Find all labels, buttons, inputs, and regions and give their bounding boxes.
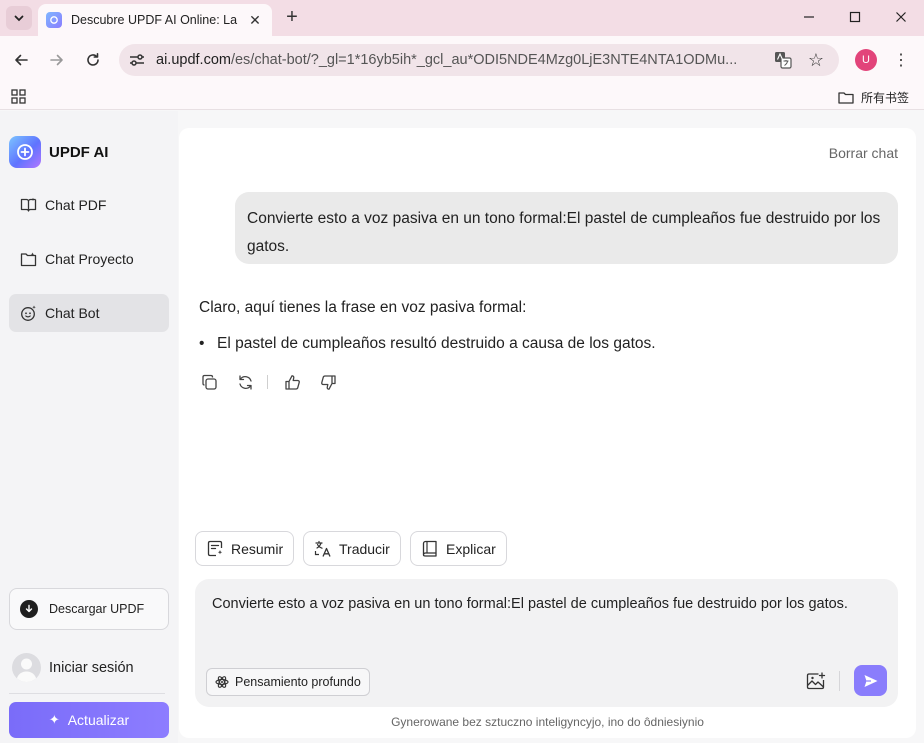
close-window-button[interactable]: [878, 4, 924, 30]
deep-thinking-toggle[interactable]: Pensamiento profundo: [206, 668, 370, 696]
message-input[interactable]: Convierte esto a voz pasiva en un tono f…: [212, 592, 862, 616]
arrow-left-icon: [15, 54, 28, 66]
bot-message: Claro, aquí tienes la frase en voz pasiv…: [199, 296, 656, 356]
upgrade-label: Actualizar: [67, 712, 130, 728]
back-button[interactable]: [9, 48, 33, 72]
bookmarks-bar: 所有书签: [0, 84, 924, 110]
browser-menu-icon[interactable]: ⋮: [893, 48, 909, 72]
minimize-icon: [804, 16, 814, 18]
bullet-text: El pastel de cumpleaños resultó destruid…: [217, 335, 656, 352]
translate-icon: [314, 540, 332, 558]
active-tab[interactable]: Descubre UPDF AI Online: La ✕: [38, 4, 272, 36]
summarize-label: Resumir: [231, 540, 284, 557]
disclaimer-note: Gynerowane bez sztuczno inteligyncyjo, i…: [391, 715, 704, 729]
forward-button[interactable]: [45, 48, 69, 72]
upgrade-button[interactable]: ✦ Actualizar: [9, 702, 169, 738]
url-text: ai.updf.com/es/chat-bot/?_gl=1*16yb5ih*_…: [156, 52, 761, 68]
profile-avatar[interactable]: U: [855, 49, 877, 71]
bookmarks-folder-label: 所有书签: [861, 91, 910, 105]
book-icon: [19, 196, 37, 214]
bot-icon: [19, 304, 37, 322]
clear-chat-button[interactable]: Borrar chat: [829, 145, 898, 161]
browser-toolbar: ai.updf.com/es/chat-bot/?_gl=1*16yb5ih*_…: [0, 36, 924, 84]
sidebar-item-label: Chat Proyecto: [45, 251, 134, 267]
explain-button[interactable]: Explicar: [410, 531, 507, 566]
summarize-button[interactable]: Resumir: [195, 531, 295, 566]
explain-label: Explicar: [446, 540, 496, 557]
apps-grid-icon[interactable]: [11, 89, 26, 104]
bookmark-star-icon[interactable]: ☆: [806, 50, 826, 70]
sidebar-item-label: Chat PDF: [45, 197, 107, 213]
sidebar-item-chat-pdf[interactable]: Chat PDF: [9, 186, 169, 224]
folder-icon: [838, 92, 854, 104]
download-updf-button[interactable]: Descargar UPDF: [9, 588, 169, 630]
maximize-icon: [849, 11, 861, 23]
url-path: /es/chat-bot/?_gl=1*16yb5ih*_gcl_au*ODI5…: [230, 52, 738, 68]
tab-search-button[interactable]: [6, 6, 32, 30]
user-avatar-icon: [12, 653, 41, 682]
thumbs-up-icon[interactable]: [282, 372, 302, 392]
login-button[interactable]: Iniciar sesión: [12, 653, 134, 682]
composer-divider: [839, 671, 840, 691]
reload-icon: [87, 53, 99, 66]
reload-button[interactable]: [81, 48, 105, 72]
send-icon: [864, 674, 877, 687]
list-item: • El pastel de cumpleaños resultó destrui…: [199, 332, 656, 356]
all-bookmarks-folder[interactable]: 所有书签: [838, 89, 909, 106]
updf-favicon-icon: [46, 12, 62, 28]
site-settings-icon[interactable]: [129, 52, 145, 68]
send-button[interactable]: [854, 665, 887, 696]
new-tab-button[interactable]: +: [281, 6, 303, 28]
summarize-icon: [206, 540, 224, 558]
user-message-bubble: Convierte esto a voz pasiva en un tono f…: [235, 192, 898, 264]
sparkle-icon: ✦: [48, 712, 60, 727]
chevron-down-icon: [14, 15, 24, 22]
message-actions: [199, 372, 354, 392]
brand-name: UPDF AI: [49, 143, 109, 161]
updf-logo-icon: [9, 136, 41, 168]
browser-tabbar: Descubre UPDF AI Online: La ✕ +: [0, 0, 924, 36]
sidebar-item-chat-bot[interactable]: Chat Bot: [9, 294, 169, 332]
tab-close-icon[interactable]: ✕: [246, 11, 264, 29]
thumbs-down-icon[interactable]: [318, 372, 338, 392]
tab-title: Descubre UPDF AI Online: La: [71, 13, 238, 27]
url-host: ai.updf.com: [156, 52, 231, 68]
upload-image-icon[interactable]: [804, 669, 828, 693]
sidebar-item-chat-proyecto[interactable]: Chat Proyecto: [9, 240, 169, 278]
maximize-button[interactable]: [832, 4, 878, 30]
download-label: Descargar UPDF: [49, 602, 145, 616]
minimize-button[interactable]: [786, 4, 832, 30]
explain-book-icon: [421, 540, 439, 558]
address-bar[interactable]: ai.updf.com/es/chat-bot/?_gl=1*16yb5ih*_…: [119, 44, 839, 76]
arrow-right-icon: [50, 54, 63, 66]
actions-divider: [267, 375, 268, 389]
bot-message-intro: Claro, aquí tienes la frase en voz pasiv…: [199, 299, 527, 316]
translate-button[interactable]: Traducir: [303, 531, 401, 566]
message-composer[interactable]: Convierte esto a voz pasiva en un tono f…: [195, 579, 898, 707]
copy-icon[interactable]: [199, 372, 219, 392]
regenerate-icon[interactable]: [235, 372, 255, 392]
bot-message-list: • El pastel de cumpleaños resultó destrui…: [199, 332, 656, 356]
atom-icon: [215, 675, 229, 689]
translate-page-icon[interactable]: [774, 51, 792, 69]
brand[interactable]: UPDF AI: [9, 136, 108, 168]
download-icon: [20, 600, 38, 618]
login-label: Iniciar sesión: [49, 659, 134, 676]
sidebar-item-label: Chat Bot: [45, 305, 100, 321]
folder-icon: [19, 250, 37, 268]
deep-thinking-label: Pensamiento profundo: [235, 675, 361, 689]
chat-panel: Borrar chat Convierte esto a voz pasiva …: [179, 128, 916, 738]
close-icon: [896, 12, 906, 22]
translate-label: Traducir: [339, 540, 390, 557]
sidebar-divider: [9, 693, 165, 694]
app-sidebar: UPDF AI Chat PDF Chat Proyecto Chat Bot …: [0, 111, 178, 743]
